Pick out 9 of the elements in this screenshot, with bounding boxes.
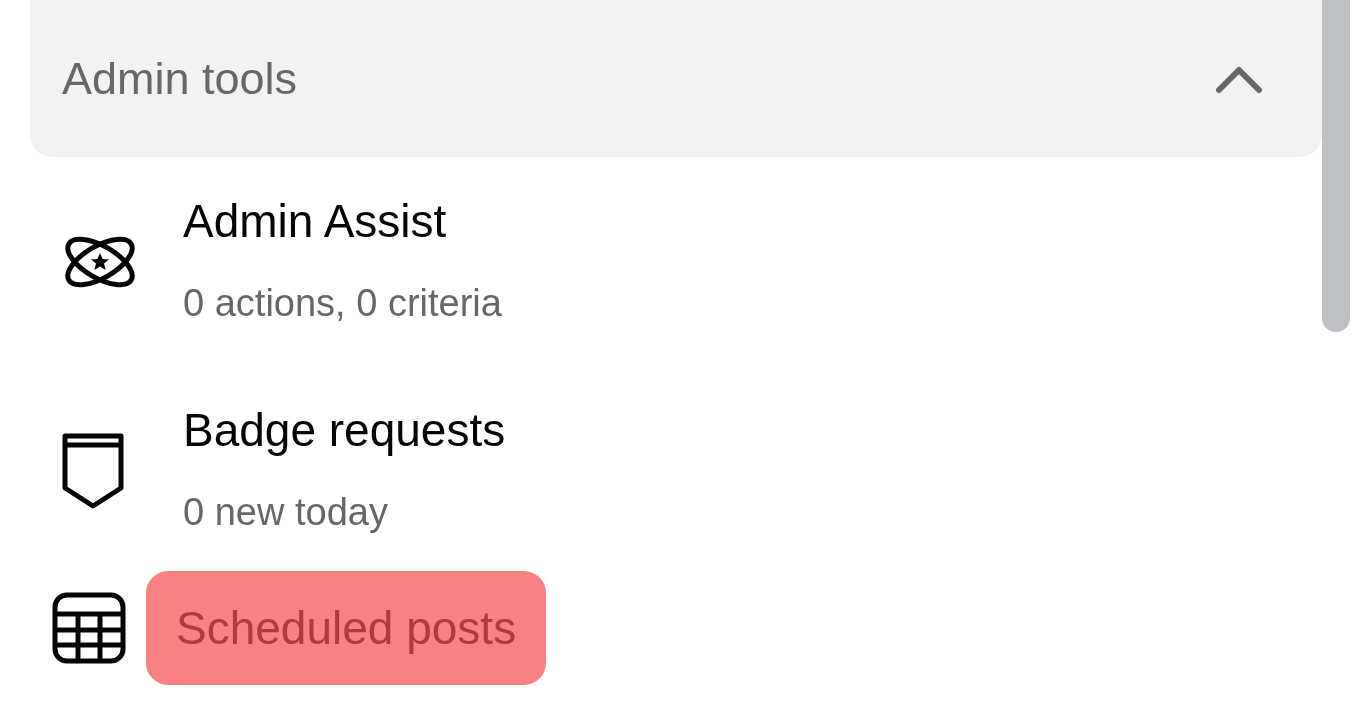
tool-title[interactable]: Admin Assist [183, 193, 502, 249]
scrollbar-thumb[interactable] [1322, 0, 1350, 332]
section-title: Admin tools [62, 52, 298, 105]
badge-icon [60, 432, 126, 510]
tool-subtitle: 0 actions, 0 criteria [183, 281, 502, 326]
calendar-icon [52, 592, 126, 664]
tool-subtitle: 0 new today [183, 490, 389, 535]
tool-title[interactable]: Badge requests [183, 402, 506, 458]
section-header[interactable]: Admin tools [30, 0, 1322, 157]
